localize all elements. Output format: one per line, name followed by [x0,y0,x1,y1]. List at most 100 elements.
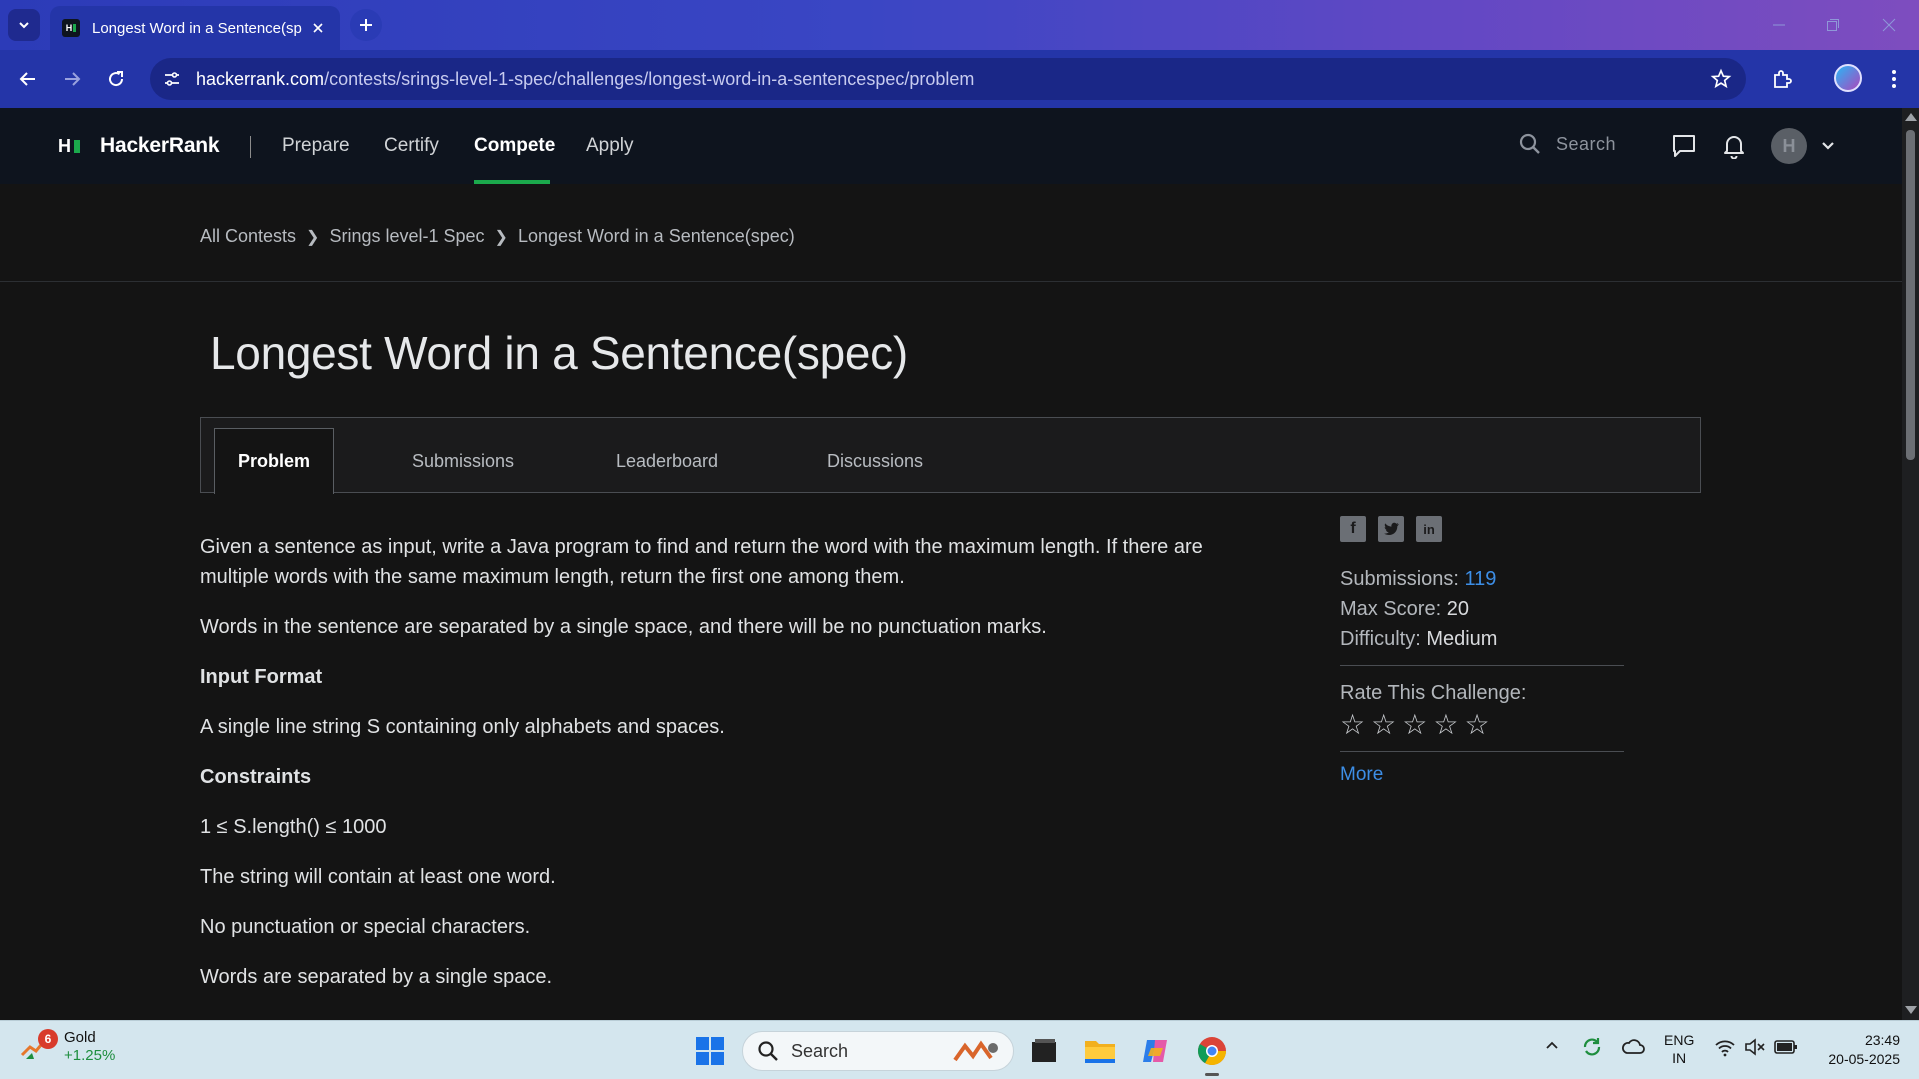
nav-link-certify[interactable]: Certify [384,135,439,157]
scroll-up-arrow-icon[interactable] [1905,113,1917,121]
sync-icon[interactable] [1580,1035,1604,1063]
language-code: ENG [1664,1032,1695,1048]
hackerrank-logo[interactable]: H HackerRank [58,134,220,158]
onedrive-cloud-icon[interactable] [1620,1035,1646,1061]
site-info-icon[interactable] [162,69,182,89]
browser-tab-active[interactable]: H Longest Word in a Sentence(spec) [50,6,340,50]
puzzle-icon [1774,70,1792,88]
arrow-left-icon [19,72,35,86]
chrome-menu-button[interactable] [1878,63,1910,95]
rating-star-icon[interactable]: ☆ [1371,710,1396,740]
rating-star-icon[interactable]: ☆ [1340,710,1365,740]
url-text: hackerrank.com/contests/srings-level-1-s… [196,69,974,90]
nav-search[interactable]: Search [1518,132,1616,156]
show-hidden-icons-button[interactable] [1544,1037,1560,1057]
difficulty-stat: Difficulty: Medium [1340,624,1624,654]
window-close-button[interactable] [1874,10,1904,40]
chat-icon [1673,135,1695,157]
volume-muted-icon[interactable] [1744,1037,1766,1061]
challenge-sidebar: f in Submissions: 119 Max Score: 20 Diff… [1340,516,1624,786]
breadcrumb-contest[interactable]: Srings level-1 Spec [329,226,484,247]
nav-link-prepare[interactable]: Prepare [282,135,350,157]
more-link[interactable]: More [1340,764,1383,785]
back-button[interactable] [12,63,44,95]
extensions-button[interactable] [1766,63,1798,95]
scrollbar-thumb[interactable] [1906,130,1915,460]
bookmark-star-icon[interactable] [1710,68,1732,90]
system-clock[interactable]: 23:49 20-05-2025 [1818,1031,1900,1069]
language-indicator[interactable]: ENG IN [1664,1031,1694,1067]
divider [1340,665,1624,666]
challenge-tabs: Problem Submissions Leaderboard Discussi… [200,417,1701,494]
search-highlight-icon [953,1040,998,1062]
nav-separator [250,136,251,158]
chevron-right-icon: ❯ [306,228,320,246]
rating-star-icon[interactable]: ☆ [1433,710,1458,740]
taskbar-search[interactable]: Search [742,1031,1014,1071]
browser-tab-title: Longest Word in a Sentence(spec) [92,19,302,37]
market-widget[interactable]: 6 Gold +1.25% [20,1029,115,1065]
twitter-icon[interactable] [1378,516,1404,542]
battery-icon[interactable] [1774,1039,1798,1059]
windows-start-button[interactable] [692,1033,728,1069]
input-format-heading: Input Format [200,666,323,688]
search-icon [758,1041,778,1061]
chevron-up-icon [1546,1041,1558,1049]
rating-star-icon[interactable]: ☆ [1464,710,1489,740]
minimize-button[interactable] [1764,10,1794,40]
notifications-button[interactable] [1720,132,1748,160]
tab-submissions[interactable]: Submissions [389,428,537,494]
more-vertical-icon [1892,70,1896,88]
tab-close-button[interactable] [308,18,328,38]
new-tab-button[interactable] [350,9,382,41]
search-icon [1519,133,1540,154]
profile-menu-button[interactable] [1814,132,1842,160]
hackerrank-brand-name: HackerRank [100,134,220,157]
plus-icon [360,19,372,31]
copilot-icon [1143,1040,1167,1062]
page-title: Longest Word in a Sentence(spec) [210,327,908,379]
breadcrumb-challenge[interactable]: Longest Word in a Sentence(spec) [518,226,795,247]
tab-discussions[interactable]: Discussions [797,428,953,494]
restore-button[interactable] [1818,10,1848,40]
tab-leaderboard[interactable]: Leaderboard [589,428,745,494]
messages-button[interactable] [1670,132,1698,160]
chevron-down-icon [19,22,29,29]
nav-link-compete[interactable]: Compete [474,135,555,157]
hackerrank-top-nav: H HackerRank Prepare Certify Compete App… [0,108,1902,184]
facebook-icon[interactable]: f [1340,516,1366,542]
rate-challenge-label: Rate This Challenge: [1340,682,1527,704]
reload-button[interactable] [100,63,132,95]
clock-date: 20-05-2025 [1828,1051,1900,1067]
problem-description-words: Words in the sentence are separated by a… [200,616,1047,638]
linkedin-icon[interactable]: in [1416,516,1442,542]
tab-search-button[interactable] [8,9,40,41]
address-bar[interactable]: hackerrank.com/contests/srings-level-1-s… [150,58,1746,100]
difficulty-label: Difficulty: [1340,628,1421,650]
windows-logo-icon [696,1037,724,1065]
market-trend-icon: 6 [20,1029,58,1061]
breadcrumb-all-contests[interactable]: All Contests [200,226,296,247]
taskbar-search-placeholder: Search [791,1040,849,1061]
constraint-item: Words are separated by a single space. [200,966,553,988]
user-avatar[interactable]: H [1771,128,1807,164]
rating-star-icon[interactable]: ☆ [1402,710,1427,740]
constraint-item: No punctuation or special characters. [200,916,531,938]
chrome-taskbar-button[interactable] [1194,1033,1230,1076]
close-icon [313,23,323,33]
task-view-button[interactable] [1026,1033,1062,1069]
submissions-count-link[interactable]: 119 [1465,568,1497,590]
submissions-label: Submissions: [1340,568,1459,590]
nav-link-apply[interactable]: Apply [586,135,634,157]
file-explorer-button[interactable] [1082,1033,1118,1069]
market-change: +1.25% [64,1047,116,1064]
wifi-icon[interactable] [1714,1037,1736,1061]
page-scrollbar[interactable] [1902,108,1919,1020]
chrome-profile-avatar[interactable] [1834,64,1862,92]
forward-button[interactable] [56,63,88,95]
tab-problem[interactable]: Problem [214,428,334,494]
scroll-down-arrow-icon[interactable] [1905,1006,1917,1014]
difficulty-value: Medium [1426,628,1498,650]
breadcrumb-band: All Contests ❯ Srings level-1 Spec ❯ Lon… [0,184,1902,282]
copilot-button[interactable] [1138,1033,1174,1069]
